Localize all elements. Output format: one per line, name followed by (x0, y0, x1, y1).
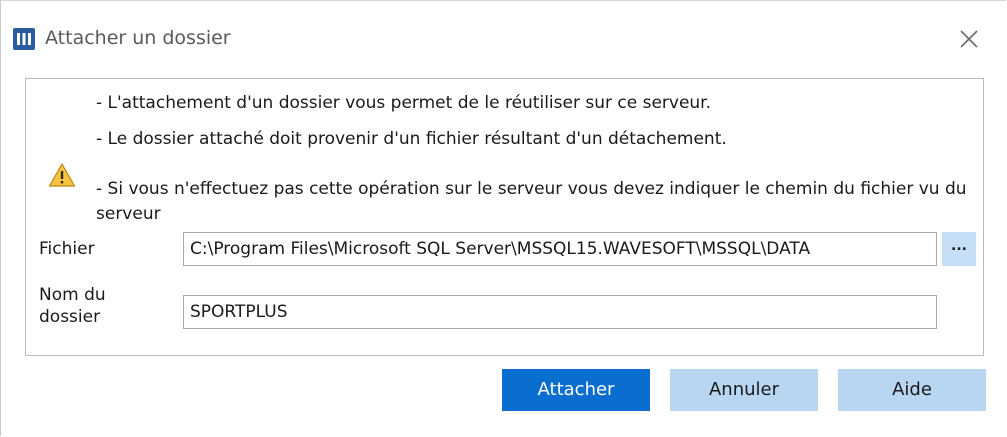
window-title: Attacher un dossier (45, 27, 231, 49)
help-button[interactable]: Aide (838, 369, 986, 411)
folder-name-label: Nom du dossier (39, 285, 106, 327)
browse-button[interactable]: ... (942, 232, 976, 266)
info-line-2: - Le dossier attaché doit provenir d'un … (96, 129, 727, 149)
file-path-input[interactable]: C:\Program Files\Microsoft SQL Server\MS… (183, 232, 937, 266)
warning-icon (48, 162, 76, 188)
content-panel: - L'attachement d'un dossier vous permet… (25, 78, 984, 356)
close-icon (960, 30, 978, 48)
file-label: Fichier (39, 239, 95, 259)
title-bar: Attacher un dossier (1, 1, 1006, 79)
attach-folder-dialog: Attacher un dossier - L'attachement d'un… (0, 0, 1006, 436)
app-icon (13, 28, 35, 50)
folder-name-input[interactable]: SPORTPLUS (183, 295, 937, 329)
cancel-button[interactable]: Annuler (670, 369, 818, 411)
info-line-3: - Si vous n'effectuez pas cette opératio… (96, 179, 967, 224)
attach-button[interactable]: Attacher (502, 369, 650, 411)
close-button[interactable] (951, 19, 987, 59)
info-line-1: - L'attachement d'un dossier vous permet… (96, 93, 712, 113)
